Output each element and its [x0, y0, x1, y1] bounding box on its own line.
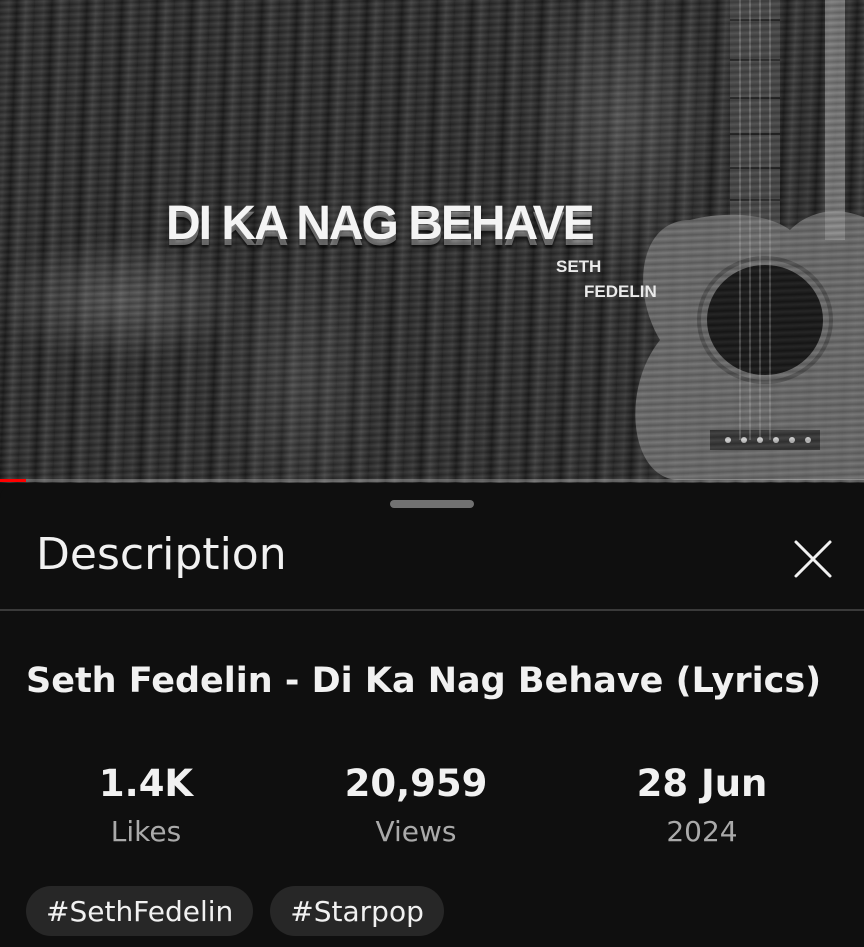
video-title: Seth Fedelin - Di Ka Nag Behave (Lyrics) [26, 661, 822, 701]
likes-label: Likes [110, 815, 182, 848]
upload-date-day: 28 Jun [636, 762, 768, 805]
video-player[interactable]: DI KA NAG BEHAVE SETH FEDELIN [0, 0, 864, 483]
hashtag-chip-starpop[interactable]: #Starpop [270, 886, 444, 936]
description-sheet: Description Seth Fedelin - Di Ka Nag Beh… [0, 484, 864, 947]
upload-date-stat: 28 Jun 2024 [592, 761, 812, 849]
views-count: 20,959 [344, 762, 488, 805]
video-progress-bar[interactable] [0, 479, 864, 482]
views-stat: 20,959 Views [306, 761, 526, 849]
likes-count: 1.4K [98, 762, 194, 805]
close-button[interactable] [788, 534, 838, 584]
video-art-artist-first: SETH [556, 257, 602, 276]
sheet-drag-handle[interactable] [390, 500, 474, 508]
video-art-title: DI KA NAG BEHAVE [166, 197, 595, 250]
close-icon [794, 540, 832, 578]
sheet-title: Description [36, 529, 287, 580]
video-art-artist-last: FEDELIN [584, 282, 657, 301]
likes-stat: 1.4K Likes [36, 761, 256, 849]
guitar-image [635, 0, 864, 480]
sheet-divider [0, 609, 864, 611]
views-label: Views [375, 815, 457, 848]
upload-date-year: 2024 [666, 815, 738, 848]
hashtag-chip-sethfedelin[interactable]: #SethFedelin [26, 886, 254, 936]
video-progress-fill [0, 479, 26, 482]
hashtag-list: #SethFedelin #Starpop [26, 886, 444, 936]
